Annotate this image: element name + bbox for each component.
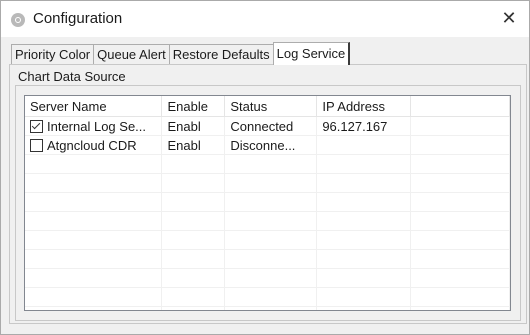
ip-cell: 96.127.167 [316,116,412,136]
tab-priority-color[interactable]: Priority Color [11,44,95,65]
empty-row [25,249,510,269]
column-header-status[interactable]: Status [224,96,318,117]
empty-row [25,154,510,174]
tab-restore-defaults[interactable]: Restore Defaults [168,44,274,65]
empty-row [25,211,510,231]
empty-row [25,173,510,193]
server-name-cell: Internal Log Se... [25,116,163,136]
configuration-window: Configuration ✕ Priority Color Queue Ale… [0,0,530,335]
server-name: Internal Log Se... [47,118,147,134]
gear-icon [11,13,25,27]
column-header-ip-address[interactable]: IP Address [316,96,412,117]
enable-cell: Enabl [161,135,226,155]
table-row[interactable]: Atgncloud CDR Enabl Disconne... [25,135,510,155]
empty-row [25,306,510,310]
row-checkbox[interactable] [30,119,43,133]
empty-row [25,230,510,250]
server-name: Atgncloud CDR [47,137,137,153]
empty-row [25,268,510,288]
tab-log-service[interactable]: Log Service [272,42,351,65]
ip-cell [316,135,412,155]
close-icon[interactable]: ✕ [499,8,519,28]
status-cell: Connected [224,116,318,136]
filler-cell [410,116,510,136]
column-header-filler [410,96,510,117]
title-bar: Configuration ✕ [1,1,529,37]
server-name-cell: Atgncloud CDR [25,135,163,155]
window-title: Configuration [33,10,123,27]
server-table: Server Name Enable Status IP Address Int… [25,96,510,310]
header-row: Server Name Enable Status IP Address [25,96,510,117]
group-label: Chart Data Source [18,69,126,84]
column-header-server-name[interactable]: Server Name [25,96,163,117]
tab-strip: Priority Color Queue Alert Restore Defau… [11,42,351,65]
table-row[interactable]: Internal Log Se... Enabl Connected 96.12… [25,116,510,136]
enable-cell: Enabl [161,116,226,136]
tab-queue-alert[interactable]: Queue Alert [93,44,170,65]
empty-row [25,192,510,212]
server-list[interactable]: Server Name Enable Status IP Address Int… [24,95,511,311]
empty-row [25,287,510,307]
filler-cell [410,135,510,155]
column-header-enable[interactable]: Enable [161,96,226,117]
status-cell: Disconne... [224,135,318,155]
row-checkbox[interactable] [30,138,43,152]
